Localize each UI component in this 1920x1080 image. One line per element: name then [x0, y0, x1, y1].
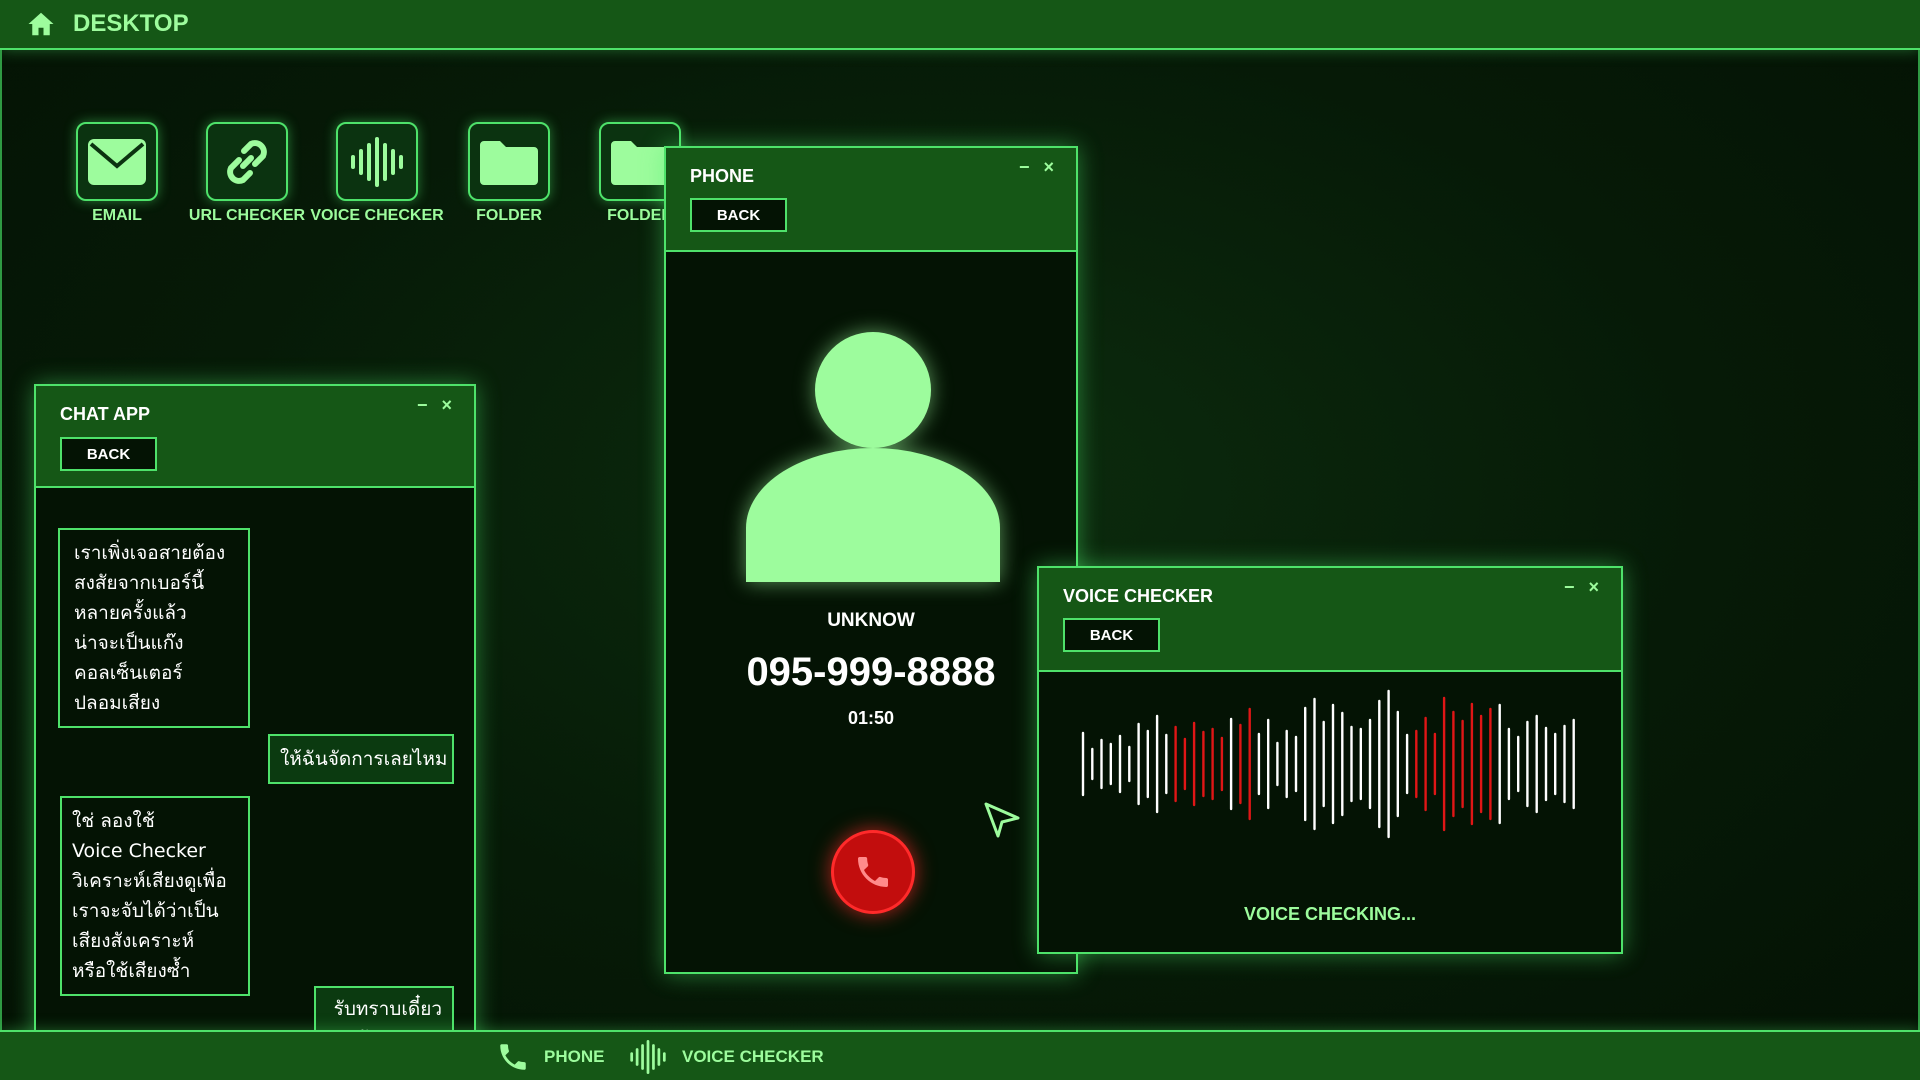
home-icon[interactable] [26, 9, 56, 39]
desktop-icon-email[interactable]: EMAIL [47, 122, 187, 225]
voice-checker-window: VOICE CHECKER − × BACK VOICE CHECKING... [1037, 566, 1623, 954]
chat-message-received: ใช่ ลองใช้ Voice Checker วิเคราะห์เสียงด… [60, 796, 250, 996]
chat-window-header: CHAT APP − × BACK [36, 386, 474, 488]
link-icon [227, 139, 267, 184]
desktop-icon-label: EMAIL [92, 207, 142, 224]
taskbar-item-phone[interactable]: PHONE [496, 1040, 604, 1074]
close-button[interactable]: × [1043, 158, 1054, 176]
caller-number: 095-999-8888 [746, 650, 996, 694]
message-line: หลายครั้งแล้ว [74, 602, 187, 624]
phone-hangup-icon [858, 857, 888, 887]
mouse-cursor-icon [984, 802, 1020, 838]
phone-window-header: PHONE − × BACK [666, 148, 1076, 252]
message-line: คอลเซ็นเตอร์ [74, 662, 183, 684]
top-bar: DESKTOP [0, 0, 1920, 50]
voice-waveform [1081, 689, 1575, 839]
desktop-icon-label: URL CHECKER [188, 207, 306, 224]
minimize-button[interactable]: − [1019, 158, 1030, 176]
taskbar-item-label: PHONE [544, 1047, 605, 1066]
desktop-icon-url-checker[interactable]: URL CHECKER [177, 122, 317, 225]
desktop-icon-voice-checker[interactable]: VOICE CHECKER [307, 122, 447, 225]
window-title: VOICE CHECKER [1063, 586, 1214, 606]
chat-message-sent: ให้ฉันจัดการเลยไหม [268, 734, 454, 784]
back-button[interactable]: BACK [60, 437, 157, 471]
voice-status: VOICE CHECKING... [1243, 904, 1417, 924]
voice-window-header: VOICE CHECKER − × BACK [1039, 568, 1621, 672]
caller-avatar-icon [746, 332, 1000, 582]
window-title: CHAT APP [60, 404, 150, 424]
caller-name: UNKNOW [827, 610, 915, 631]
taskbar-item-label: VOICE CHECKER [682, 1047, 824, 1066]
hangup-button[interactable] [831, 830, 915, 914]
folder-icon [480, 140, 538, 185]
message-line: เสียงสังเคราะห์ [72, 930, 195, 952]
minimize-button[interactable]: − [417, 396, 428, 414]
minimize-button[interactable]: − [1564, 578, 1575, 596]
soundwave-icon [351, 136, 403, 187]
message-line: เราจะจับได้ว่าเป็น [72, 900, 219, 922]
message-line: ใช่ ลองใช้ [72, 810, 155, 832]
message-line: ปลอมเสียง [74, 692, 161, 714]
message-line: ให้ฉันจัดการเลยไหม [280, 748, 448, 770]
message-line: Voice Checker [72, 840, 206, 862]
message-line: เราเพิ่งเจอสายต้อง [74, 542, 226, 564]
phone-window: PHONE − × BACK UNKNOW 095-999-8888 01:50 [664, 146, 1078, 974]
desktop-icon-folder[interactable]: FOLDER [439, 122, 579, 225]
chat-app-window: CHAT APP − × BACK เราเพิ่งเจอสายต้อง สงส… [34, 384, 476, 1080]
chat-message-received: เราเพิ่งเจอสายต้อง สงสัยจากเบอร์นี้ หลาย… [58, 528, 250, 728]
taskbar: PHONE VOICE CHECKER [0, 1030, 1920, 1080]
message-line: หรือใช้เสียงซ้ำ [72, 960, 191, 982]
message-line: สงสัยจากเบอร์นี้ [74, 572, 205, 594]
envelope-icon [88, 138, 146, 185]
soundwave-icon [630, 1040, 666, 1074]
desktop-title: DESKTOP [73, 10, 189, 37]
message-line: รับทราบเดี๋ยว [333, 998, 442, 1020]
taskbar-item-voice-checker[interactable]: VOICE CHECKER [628, 1040, 824, 1074]
phone-icon [500, 1044, 526, 1070]
message-line: น่าจะเป็นแก๊ง [74, 632, 184, 654]
close-button[interactable]: × [1588, 578, 1599, 596]
desktop-icon-label: VOICE CHECKER [310, 207, 444, 224]
back-button[interactable]: BACK [1063, 618, 1160, 652]
call-duration: 01:50 [847, 708, 895, 728]
window-title: PHONE [690, 166, 755, 186]
message-line: วิเคราะห์เสียงดูเพื่อ [72, 870, 227, 892]
back-button[interactable]: BACK [690, 198, 787, 232]
folder-icon [611, 140, 669, 185]
close-button[interactable]: × [441, 396, 452, 414]
desktop-icon-label: FOLDER [476, 207, 542, 224]
